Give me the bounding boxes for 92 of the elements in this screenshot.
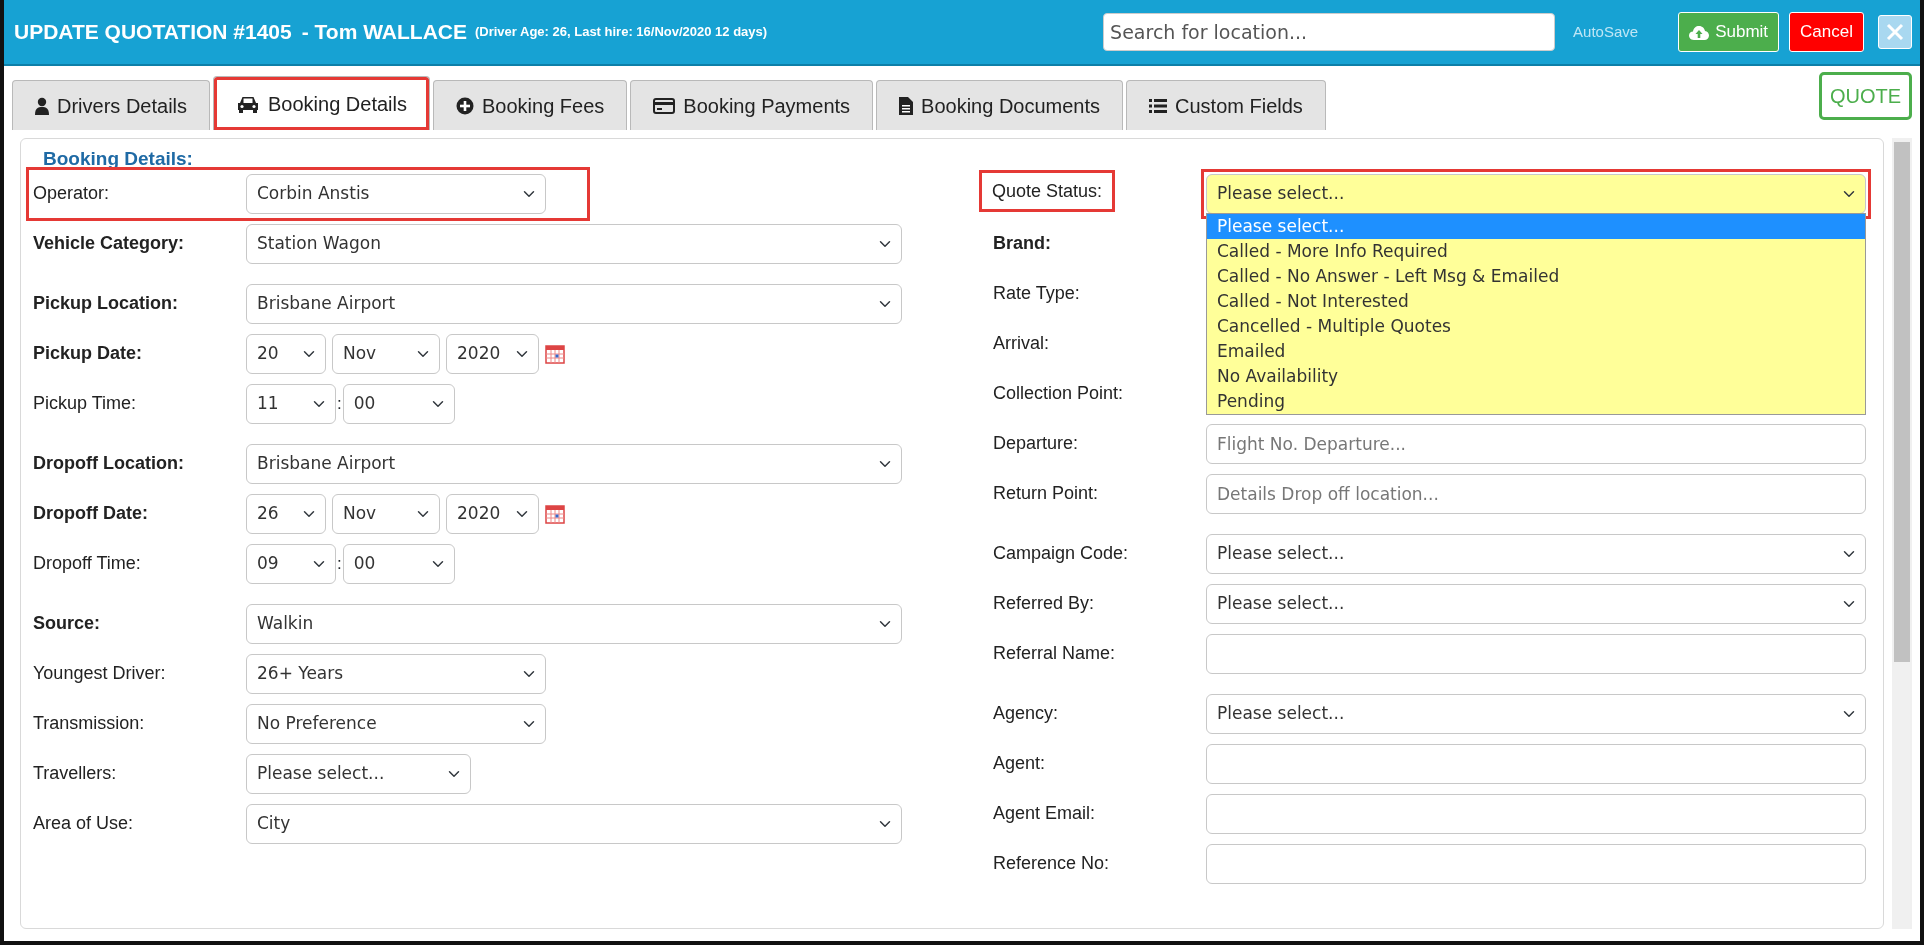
- field-label: Return Point:: [993, 481, 1100, 505]
- search-field[interactable]: Search for location...: [1103, 13, 1556, 51]
- field-label: Departure:: [993, 431, 1080, 455]
- select-field[interactable]: 20: [246, 333, 326, 374]
- select-field[interactable]: Nov: [332, 333, 440, 374]
- field-label: Arrival:: [993, 331, 1050, 355]
- select-field[interactable]: City: [246, 803, 902, 844]
- tab[interactable]: Booking Payments: [630, 80, 874, 130]
- customer-name: - Tom WALLACE: [301, 19, 467, 46]
- field-label: Source:: [33, 611, 102, 635]
- person-icon: [35, 96, 49, 115]
- field-label: Youngest Driver:: [33, 661, 167, 685]
- select-field[interactable]: Nov: [332, 493, 440, 534]
- close-icon: [1886, 23, 1904, 41]
- select-field[interactable]: Please select...: [246, 753, 471, 794]
- select-field[interactable]: 09: [246, 543, 336, 584]
- field-label: Pickup Time:: [33, 391, 138, 415]
- field-label: Operator:: [33, 181, 111, 205]
- field-label: Dropoff Location:: [33, 451, 185, 475]
- input-field[interactable]: Flight No. Departure...: [1206, 423, 1866, 464]
- time-separator: :: [336, 392, 343, 415]
- tab[interactable]: Custom Fields: [1126, 80, 1326, 130]
- select-field[interactable]: Station Wagon: [246, 223, 902, 264]
- input-field[interactable]: [1206, 843, 1866, 884]
- driver-info: (Driver Age: 26, Last hire: 16/Nov/2020 12 days): [475, 23, 768, 41]
- field-label: Agency:: [993, 701, 1060, 725]
- time-separator: :: [336, 552, 343, 575]
- field-label: Pickup Date:: [33, 341, 144, 365]
- autosave-label: AutoSave: [1573, 21, 1639, 42]
- field-label: Area of Use:: [33, 811, 135, 835]
- field-label: Dropoff Time:: [33, 551, 142, 575]
- input-field[interactable]: [1206, 793, 1866, 834]
- car-icon: [236, 94, 261, 113]
- select-field[interactable]: 2020: [446, 493, 539, 534]
- dropdown-option[interactable]: Called - No Answer - Left Msg & Emailed: [1207, 263, 1865, 289]
- field-label: Transmission:: [33, 711, 146, 735]
- dropdown-option[interactable]: Called - Not Interested: [1207, 288, 1865, 314]
- dropdown-option[interactable]: Called - More Info Required: [1207, 238, 1865, 264]
- dropdown-option[interactable]: No Availability: [1207, 363, 1865, 389]
- select-field[interactable]: Please select...: [1206, 533, 1866, 574]
- select-field[interactable]: Please select...: [1206, 583, 1866, 624]
- calendar-icon: [545, 343, 565, 364]
- select-field[interactable]: 26+ Years: [246, 653, 546, 694]
- select-field[interactable]: No Preference: [246, 703, 546, 744]
- status-badge: QUOTE: [1818, 72, 1912, 120]
- field-label: Vehicle Category:: [33, 231, 186, 255]
- field-label: Quote Status:: [979, 169, 1116, 212]
- select-field[interactable]: Walkin: [246, 603, 902, 644]
- plus-circle-icon: [456, 96, 474, 115]
- cancel-button[interactable]: Cancel: [1789, 12, 1864, 52]
- field-label: Dropoff Date:: [33, 501, 149, 525]
- select-field[interactable]: Brisbane Airport: [246, 443, 902, 484]
- calendar-icon: [545, 503, 565, 524]
- section-title: Booking Details:: [43, 147, 194, 171]
- input-field[interactable]: Details Drop off location...: [1206, 473, 1866, 514]
- select-field[interactable]: 2020: [446, 333, 539, 374]
- field-label: Collection Point:: [993, 381, 1125, 405]
- scroll-thumb[interactable]: [1894, 142, 1910, 662]
- field-label: Campaign Code:: [993, 541, 1130, 565]
- select-field[interactable]: 00: [342, 543, 455, 584]
- field-label: Reference No:: [993, 851, 1111, 875]
- dropdown-option[interactable]: Emailed: [1207, 338, 1865, 364]
- field-label: Rate Type:: [993, 281, 1081, 305]
- status-select[interactable]: Please select...: [1206, 173, 1866, 214]
- tab[interactable]: Booking Documents: [876, 80, 1124, 130]
- input-field[interactable]: [1206, 743, 1866, 784]
- select-field[interactable]: Corbin Anstis: [246, 173, 546, 214]
- field-label: Agent Email:: [993, 801, 1097, 825]
- scrollbar[interactable]: [1892, 138, 1912, 929]
- document-icon: [899, 96, 914, 115]
- select-field[interactable]: Please select...: [1206, 693, 1866, 734]
- dropdown-option[interactable]: Cancelled - Multiple Quotes: [1207, 313, 1865, 339]
- field-label: Agent:: [993, 751, 1047, 775]
- field-label: Referral Name:: [993, 641, 1117, 665]
- list-icon: [1149, 97, 1168, 114]
- credit-card-icon: [653, 97, 676, 114]
- field-label: Travellers:: [33, 761, 118, 785]
- field-label: Brand:: [993, 231, 1052, 255]
- close-button[interactable]: [1878, 15, 1912, 49]
- select-field[interactable]: Brisbane Airport: [246, 283, 902, 324]
- field-label: Pickup Location:: [33, 291, 179, 315]
- window-title: UPDATE QUOTATION #1405: [14, 19, 292, 46]
- select-field[interactable]: 11: [246, 383, 336, 424]
- tab[interactable]: Booking Fees: [433, 80, 628, 130]
- tab[interactable]: Drivers Details: [12, 80, 211, 130]
- dropdown-option[interactable]: Pending: [1207, 388, 1865, 414]
- field-label: Referred By:: [993, 591, 1096, 615]
- select-field[interactable]: 00: [342, 383, 455, 424]
- tab[interactable]: Booking Details: [213, 76, 430, 130]
- input-field[interactable]: [1206, 633, 1866, 674]
- select-field[interactable]: 26: [246, 493, 326, 534]
- cloud-upload-icon: [1689, 24, 1710, 40]
